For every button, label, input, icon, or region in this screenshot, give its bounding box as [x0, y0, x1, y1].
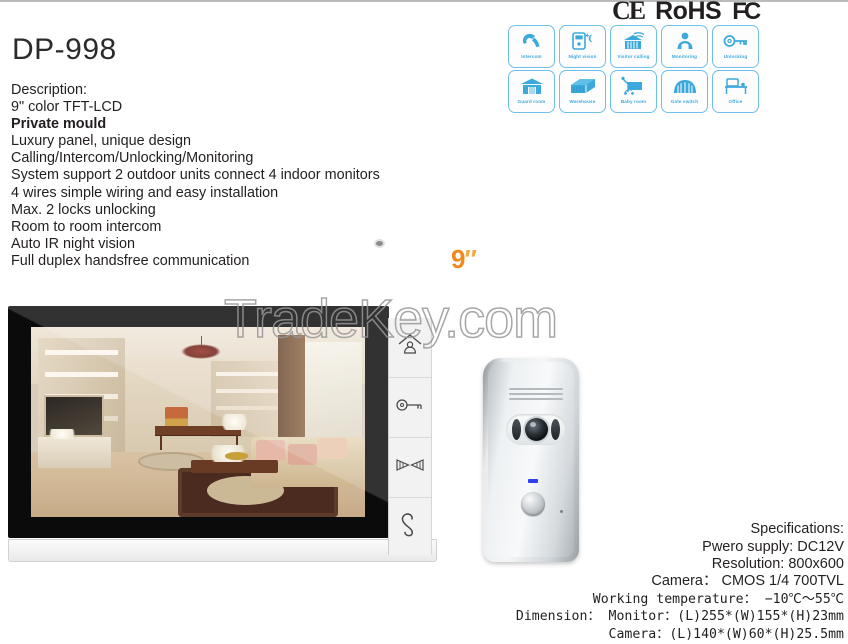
fc-mark: FC [732, 0, 761, 25]
spec-line: Camera： CMOS 1/4 700TVL [651, 573, 844, 590]
unlock-key[interactable] [389, 378, 431, 438]
product-model-title: DP-998 [12, 33, 117, 66]
status-led [528, 479, 538, 483]
monitor-person-icon [397, 333, 423, 362]
ir-led-left [512, 419, 521, 440]
speaker-grille-icon [509, 388, 563, 400]
camera-housing [506, 414, 566, 445]
feature-guard-room[interactable]: Guard room [508, 70, 555, 113]
feature-label: Night vision [568, 54, 597, 59]
feature-label: Gate switch [670, 99, 699, 104]
feature-visitor-calling[interactable]: Visitor calling [610, 25, 657, 68]
feature-office[interactable]: Office [712, 70, 759, 113]
feature-icon-grid: Intercom Night vision Visitor calling Mo… [508, 25, 762, 115]
visitor-calling-icon [620, 29, 648, 53]
description-line: Calling/Intercom/Unlocking/Monitoring [11, 150, 254, 167]
gate-icon [395, 457, 425, 478]
description-line: Full duplex handsfree communication [11, 252, 250, 269]
warehouse-icon [569, 74, 597, 98]
feature-label: Baby room [620, 99, 647, 104]
night-vision-icon [571, 29, 595, 53]
certification-marks: CΕ RoHS FC [612, 0, 761, 25]
monitor-touch-keys [388, 318, 432, 555]
ir-led-right [551, 419, 560, 440]
monitor-screen [31, 327, 365, 517]
spec-line: Pwero supply: DC12V [702, 538, 844, 555]
monitor-base [8, 539, 437, 562]
baby-room-icon [620, 74, 647, 98]
spec-line: Working temperature： −10℃～55℃ [592, 591, 844, 607]
camera-lens [525, 418, 548, 441]
key-icon [723, 29, 749, 53]
person-monitoring-icon [674, 29, 696, 53]
product-description: Description: 9" color TFT-LCD Private mo… [11, 82, 380, 270]
living-room-scene-image [31, 327, 365, 517]
feature-label: Office [728, 99, 743, 104]
office-desk-icon [723, 74, 749, 98]
guard-room-icon [519, 74, 545, 98]
badge-unit: ″ [464, 244, 477, 274]
spec-line: Camera：(L)140*(W)60*(H)25.5mm [608, 626, 845, 642]
feature-night-vision[interactable]: Night vision [559, 25, 606, 68]
description-line: Room to room intercom [11, 218, 162, 235]
microphone-hole [560, 510, 563, 513]
handset-icon [399, 512, 421, 543]
spec-line: Resolution: 800x600 [711, 555, 844, 572]
spec-line: Dimension： Monitor：(L)255*(W)155*(H)23mm [515, 609, 844, 625]
gate-switch-icon [671, 74, 699, 98]
handset-icon [521, 29, 543, 53]
feature-label: Intercom [521, 54, 542, 59]
screen-size-badge: 9″ [451, 244, 477, 274]
specifications-heading: Specifications: [750, 521, 845, 538]
feature-warehouse[interactable]: Warehouse [559, 70, 606, 113]
specifications-block: Specifications: Pwero supply: DC12V Reso… [516, 521, 844, 643]
talk-key[interactable] [389, 498, 431, 557]
rohs-mark: RoHS [655, 0, 722, 25]
description-line: System support 2 outdoor units connect 4… [11, 167, 380, 184]
badge-number: 9 [451, 244, 466, 274]
description-line: Auto IR night vision [11, 235, 135, 252]
gate-key[interactable] [389, 438, 431, 498]
key-icon [395, 396, 425, 419]
feature-label: Unlocking [723, 54, 748, 59]
monitor-bezel [8, 306, 389, 538]
feature-unlocking[interactable]: Unlocking [712, 25, 759, 68]
feature-monitoring[interactable]: Monitoring [661, 25, 708, 68]
monitor-key[interactable] [389, 318, 431, 378]
description-line: 9" color TFT-LCD [11, 99, 123, 116]
monitor-microphone [376, 241, 383, 246]
feature-label: Monitoring [671, 54, 698, 59]
description-line: 4 wires simple wiring and easy installat… [11, 184, 279, 201]
feature-label: Guard room [517, 99, 546, 104]
call-button[interactable] [521, 492, 545, 516]
feature-label: Visitor calling [617, 54, 650, 59]
description-line: Private mould [11, 116, 107, 133]
feature-label: Warehouse [569, 99, 596, 104]
description-line: Max. 2 locks unlocking [11, 201, 156, 218]
feature-intercom[interactable]: Intercom [508, 25, 555, 68]
feature-gate-switch[interactable]: Gate switch [661, 70, 708, 113]
description-line: Description: [11, 82, 87, 98]
indoor-monitor [8, 306, 437, 562]
ce-mark: CΕ [612, 0, 646, 25]
feature-baby-room[interactable]: Baby room [610, 70, 657, 113]
description-line: Luxury panel, unique design [11, 133, 192, 150]
